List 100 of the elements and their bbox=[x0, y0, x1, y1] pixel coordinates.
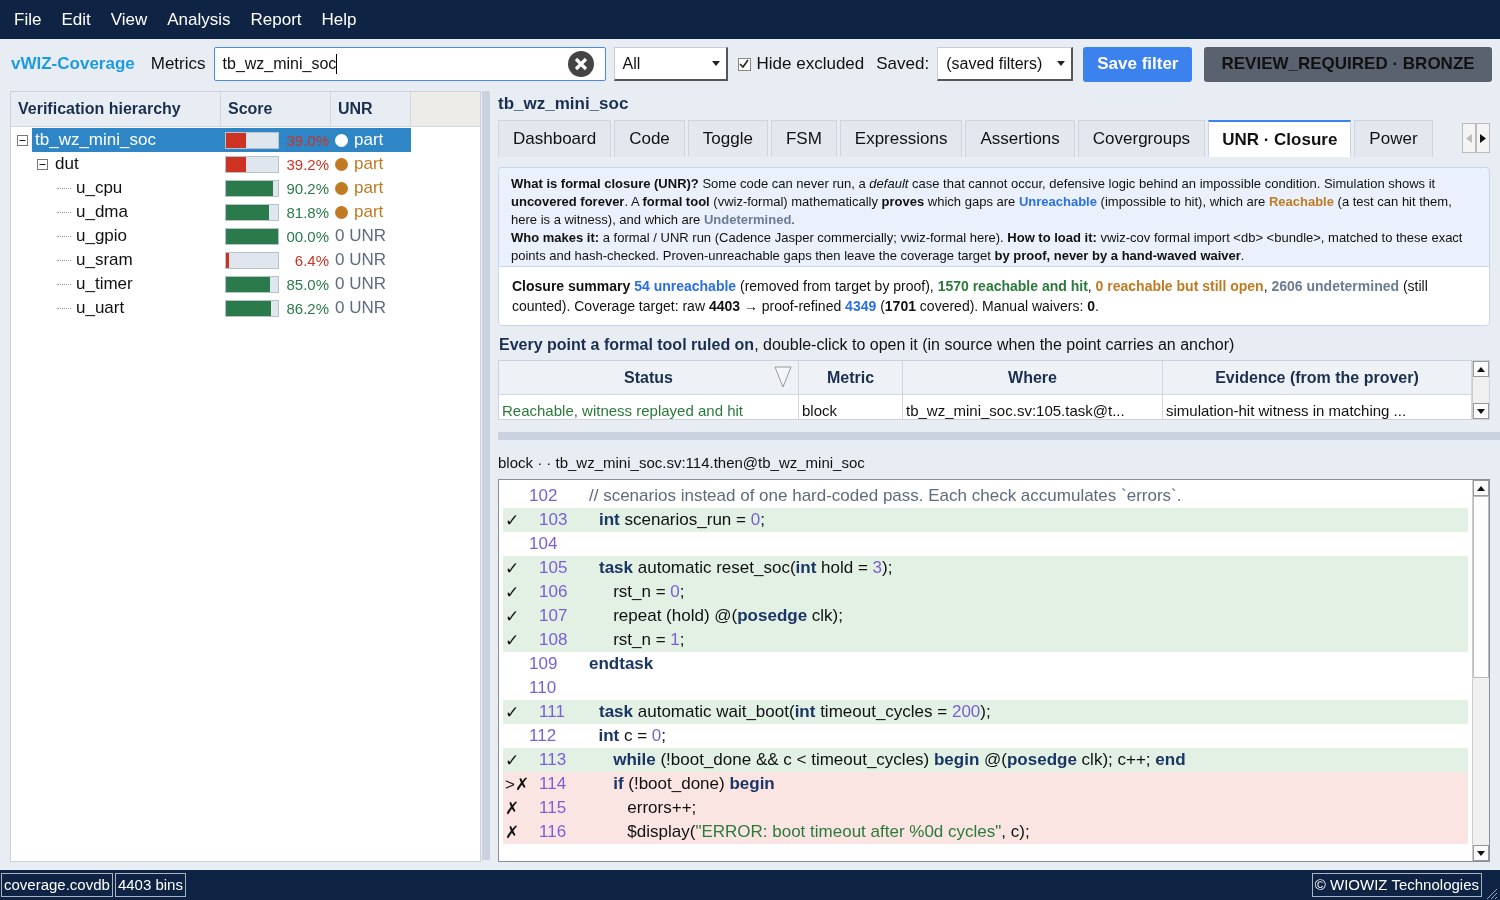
section-heading: Every point a formal tool ruled on, double-click to open it (in source when the point carries an anchor) bbox=[499, 336, 1236, 354]
score-bar bbox=[225, 227, 279, 245]
down-arrow-icon bbox=[1477, 408, 1485, 414]
info-paragraph: What is formal closure (UNR)? Some code can never run, a default case that cannot occur, defensive logic behind an impossible condition. Simulation shows it uncovered forever. A formal tool (vwiz-formal) mathematically proves which gaps are Unreachable (impossible to hit), which are Reachable (a test can hit them, here is a witness), and which are Undetermined. bbox=[511, 175, 1453, 229]
tree-item[interactable]: u_dma bbox=[73, 200, 221, 224]
tree-item[interactable]: dut bbox=[52, 152, 221, 176]
score-percent: 00.0% bbox=[285, 227, 329, 245]
unr-status: 0 UNR bbox=[335, 274, 386, 294]
resize-grip-icon bbox=[1486, 888, 1498, 900]
code-line[interactable]: 110 bbox=[503, 676, 1468, 700]
breadcrumb: block · · tb_wz_mini_soc.sv:114.then@tb_wz_mini_soc bbox=[498, 453, 866, 473]
status-badge: REVIEW_REQUIRED · BRONZE bbox=[1204, 46, 1492, 82]
info-paragraph: Who makes it: a formal / UNR run (Cadence Jasper commercially; vwiz-formal here). How to load it: vwiz-cov formal import <db> <bundle>, matched to these exact points and hash-checked. Proven-unreachable gaps then leave the coverage target by proof, never by a hand-waved waiver. bbox=[511, 229, 1464, 265]
tab[interactable]: UNR · Closure bbox=[1208, 120, 1352, 157]
menu-item[interactable]: Edit bbox=[53, 9, 99, 30]
table-cell: block bbox=[799, 395, 903, 419]
score-percent: 6.4% bbox=[293, 251, 329, 269]
panel-title: tb_wz_mini_soc bbox=[498, 93, 630, 115]
table-cell: tb_wz_mini_soc.sv:105.task@t... bbox=[903, 395, 1163, 419]
sort-indicator-icon bbox=[774, 366, 792, 388]
menu-item[interactable]: View bbox=[102, 9, 156, 30]
dropdown[interactable]: All bbox=[613, 47, 728, 81]
column-header[interactable]: Verification hierarchy bbox=[11, 92, 221, 126]
score-percent: 86.2% bbox=[285, 299, 329, 317]
tab[interactable]: Expressions bbox=[839, 120, 963, 157]
scrollbar[interactable] bbox=[1472, 480, 1489, 861]
code-line[interactable]: 112 int c = 0; bbox=[503, 724, 1468, 748]
check-icon bbox=[739, 59, 750, 69]
clear-icon bbox=[566, 50, 595, 78]
column-header[interactable]: Evidence (from the prover) bbox=[1163, 361, 1472, 395]
unr-status: part bbox=[354, 130, 384, 150]
tree-item[interactable]: u_cpu bbox=[73, 176, 221, 200]
score-percent: 39.0% bbox=[285, 131, 329, 149]
tab[interactable]: Power bbox=[1354, 120, 1433, 157]
summary-text: Closure summary 54 unreachable (removed from target by proof), 1570 reachable and hit, 0 reachable but still open, 2606 undetermined (still counted). Coverage target: raw 4403 → proof-refined 4349 (1701 covered). Manual waivers: 0. bbox=[512, 277, 1429, 316]
right-arrow-icon bbox=[1480, 133, 1486, 143]
collapse-icon[interactable] bbox=[17, 134, 28, 146]
saved-label: Saved: bbox=[876, 54, 930, 74]
copyright-text: © WIOWIZ Technologies bbox=[1311, 873, 1482, 897]
checkbox[interactable] bbox=[737, 57, 751, 71]
status-dot-icon bbox=[335, 181, 348, 195]
status-item: coverage.covdb bbox=[1, 873, 113, 897]
score-percent: 39.2% bbox=[285, 155, 329, 173]
status-dot-icon bbox=[335, 205, 348, 219]
menu-item[interactable]: Report bbox=[242, 9, 310, 30]
score-percent: 90.2% bbox=[285, 179, 329, 197]
left-arrow-icon bbox=[1466, 133, 1472, 143]
search-field[interactable]: tb_wz_mini_soc bbox=[213, 47, 606, 81]
up-arrow-icon bbox=[1477, 366, 1485, 372]
table-cell: Reachable, witness replayed and hit bbox=[499, 395, 799, 419]
metrics-label: Metrics bbox=[150, 54, 206, 74]
column-header[interactable]: Status bbox=[499, 361, 799, 395]
tree-item[interactable]: u_gpio bbox=[73, 224, 221, 248]
unr-status: part bbox=[354, 202, 384, 222]
status-dot-icon bbox=[335, 133, 348, 147]
status-dot-icon bbox=[335, 157, 348, 171]
menu-item[interactable]: Analysis bbox=[159, 9, 239, 30]
scroll-right-button[interactable] bbox=[1476, 123, 1490, 153]
score-percent: 81.8% bbox=[285, 203, 329, 221]
up-arrow-icon bbox=[1477, 485, 1485, 491]
tab[interactable]: Assertions bbox=[965, 120, 1075, 157]
code-line[interactable]: 104 bbox=[503, 532, 1468, 556]
dropdown[interactable]: (saved filters) bbox=[937, 47, 1074, 81]
score-bar bbox=[225, 275, 279, 293]
tree-item[interactable]: u_sram bbox=[73, 248, 221, 272]
menu-item[interactable]: File bbox=[6, 9, 50, 30]
unr-status: part bbox=[354, 154, 384, 174]
tab[interactable]: Toggle bbox=[687, 120, 768, 157]
score-bar bbox=[225, 299, 279, 317]
unr-status: part bbox=[354, 178, 384, 198]
score-bar bbox=[225, 131, 279, 149]
code-line[interactable]: 102 // scenarios instead of one hard-coded pass. Each check accumulates `errors`. bbox=[503, 484, 1468, 508]
menu-item[interactable]: Help bbox=[313, 9, 365, 30]
unr-status: 0 UNR bbox=[335, 250, 386, 270]
unr-status: 0 UNR bbox=[335, 226, 386, 246]
tree-item[interactable]: u_timer bbox=[73, 272, 221, 296]
collapse-icon[interactable] bbox=[37, 158, 48, 170]
scrollbar[interactable] bbox=[1472, 361, 1489, 419]
tab[interactable]: FSM bbox=[770, 120, 837, 157]
down-arrow-icon bbox=[1477, 850, 1485, 856]
status-item: 4403 bins bbox=[114, 873, 186, 897]
dropdown-arrow-icon bbox=[1057, 61, 1066, 66]
dropdown-arrow-icon bbox=[711, 61, 720, 66]
app-name: vWIZ-Coverage bbox=[11, 54, 135, 74]
checkbox-label[interactable]: Hide excluded bbox=[756, 54, 865, 74]
save-filter-button[interactable]: Save filter bbox=[1083, 46, 1193, 82]
tab[interactable]: Covergroups bbox=[1077, 120, 1206, 157]
tab[interactable]: Dashboard bbox=[498, 120, 612, 157]
column-header[interactable]: Where bbox=[903, 361, 1163, 395]
tab[interactable]: Code bbox=[614, 120, 685, 157]
score-percent: 85.0% bbox=[285, 275, 329, 293]
unr-status: 0 UNR bbox=[335, 298, 386, 318]
score-bar bbox=[225, 203, 279, 221]
column-header[interactable]: Metric bbox=[799, 361, 903, 395]
score-bar bbox=[225, 251, 279, 269]
tree-item[interactable]: u_uart bbox=[73, 296, 221, 320]
code-line[interactable]: 109 endtask bbox=[503, 652, 1468, 676]
tree-item[interactable]: tb_wz_mini_soc bbox=[32, 128, 221, 152]
score-bar bbox=[225, 179, 279, 197]
column-header[interactable]: Score bbox=[221, 92, 331, 126]
